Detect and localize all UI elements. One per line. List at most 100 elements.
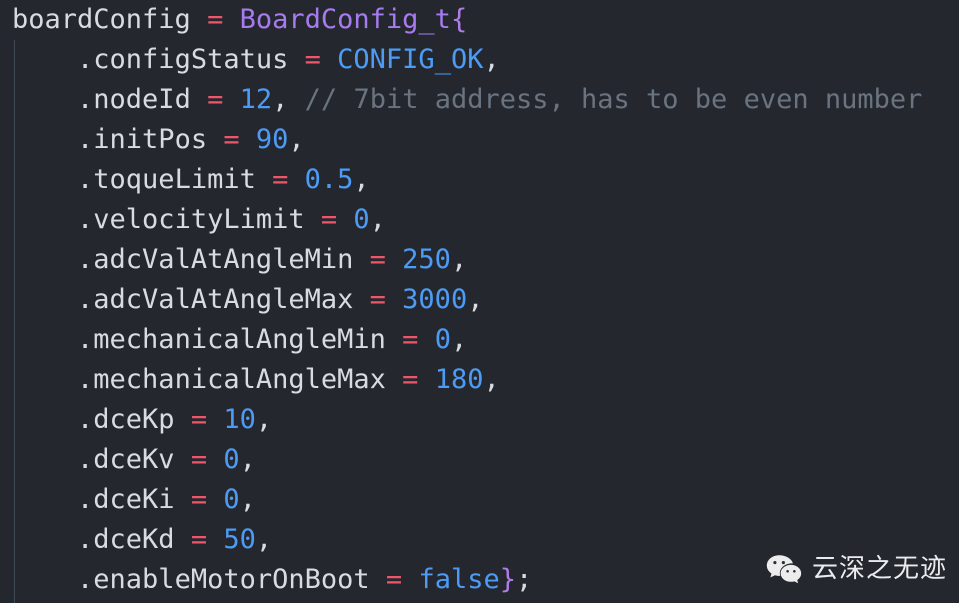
code-token-op: = bbox=[207, 84, 224, 115]
code-token-brace: } bbox=[499, 564, 516, 595]
code-token-punct: , bbox=[255, 404, 273, 435]
code-token-prop: .dceKp bbox=[77, 404, 175, 435]
code-token-prop: .nodeId bbox=[77, 84, 191, 115]
code-line[interactable]: .dceKp = 10, bbox=[0, 400, 959, 440]
code-token-num: 0 bbox=[434, 324, 451, 355]
code-token-op: = bbox=[190, 444, 208, 475]
code-token-num: 0 bbox=[223, 484, 240, 515]
code-token-num: 50 bbox=[223, 524, 256, 555]
code-line[interactable]: .dceKi = 0, bbox=[0, 480, 959, 520]
code-line[interactable]: boardConfig = BoardConfig_t{ bbox=[0, 0, 959, 40]
code-token-num: 250 bbox=[402, 244, 451, 275]
code-line[interactable]: .dceKv = 0, bbox=[0, 440, 959, 480]
code-token-op: = bbox=[402, 324, 419, 355]
code-token-num: 180 bbox=[434, 364, 484, 395]
code-token-punct: , bbox=[450, 324, 468, 355]
code-line[interactable]: .initPos = 90, bbox=[0, 120, 959, 160]
code-token-type: BoardConfig_t bbox=[239, 4, 451, 35]
code-token-comment: // 7bit address, has to be even number bbox=[304, 84, 923, 115]
code-token-prop: .initPos bbox=[77, 124, 208, 155]
code-line[interactable]: .adcValAtAngleMax = 3000, bbox=[0, 280, 959, 320]
watermark: 云深之无迹 bbox=[766, 554, 947, 584]
code-token-prop: .toqueLimit bbox=[77, 164, 256, 195]
code-line[interactable]: .velocityLimit = 0, bbox=[0, 200, 959, 240]
code-line[interactable]: .toqueLimit = 0.5, bbox=[0, 160, 959, 200]
code-token-op: = bbox=[190, 524, 208, 555]
code-token-punct: , bbox=[255, 524, 273, 555]
code-token-op: = bbox=[369, 284, 386, 315]
code-token-punct: , bbox=[467, 284, 484, 315]
code-token-num: 0 bbox=[353, 204, 370, 235]
code-token-num: 12 bbox=[239, 84, 273, 115]
code-token-punct: , bbox=[288, 124, 305, 155]
code-line[interactable]: .mechanicalAngleMin = 0, bbox=[0, 320, 959, 360]
code-token-prop: .adcValAtAngleMax bbox=[77, 284, 354, 315]
code-token-op: = bbox=[223, 124, 240, 155]
code-line[interactable]: .configStatus = CONFIG_OK, bbox=[0, 40, 959, 80]
code-token-op: = bbox=[272, 164, 289, 195]
code-token-num: 0 bbox=[223, 444, 240, 475]
code-token-punct: , bbox=[272, 84, 289, 115]
code-line[interactable]: .adcValAtAngleMin = 250, bbox=[0, 240, 959, 280]
code-token-prop: .dceKd bbox=[77, 524, 175, 555]
code-token-const: CONFIG_OK bbox=[337, 44, 484, 75]
code-line[interactable]: .nodeId = 12, // 7bit address, has to be… bbox=[0, 80, 959, 120]
code-line[interactable]: .mechanicalAngleMax = 180, bbox=[0, 360, 959, 400]
code-token-prop: .mechanicalAngleMax bbox=[77, 364, 386, 395]
code-token-prop: .velocityLimit bbox=[77, 204, 305, 235]
code-token-num: 10 bbox=[223, 404, 256, 435]
code-token-op: = bbox=[385, 564, 403, 595]
code-token-punct: , bbox=[353, 164, 370, 195]
code-screenshot: boardConfig = BoardConfig_t{ .configStat… bbox=[0, 0, 959, 603]
code-editor-content[interactable]: boardConfig = BoardConfig_t{ .configStat… bbox=[0, 0, 959, 603]
code-token-op: = bbox=[190, 484, 208, 515]
code-token-punct: ; bbox=[515, 564, 533, 595]
code-token-prop: .mechanicalAngleMin bbox=[77, 324, 386, 355]
code-token-num: 3000 bbox=[402, 284, 468, 315]
code-token-op: = bbox=[190, 404, 208, 435]
code-token-punct: , bbox=[450, 244, 468, 275]
code-token-op: = bbox=[304, 44, 321, 75]
wechat-icon bbox=[766, 554, 802, 584]
code-token-punct: , bbox=[369, 204, 386, 235]
code-token-prop: .adcValAtAngleMin bbox=[77, 244, 354, 275]
